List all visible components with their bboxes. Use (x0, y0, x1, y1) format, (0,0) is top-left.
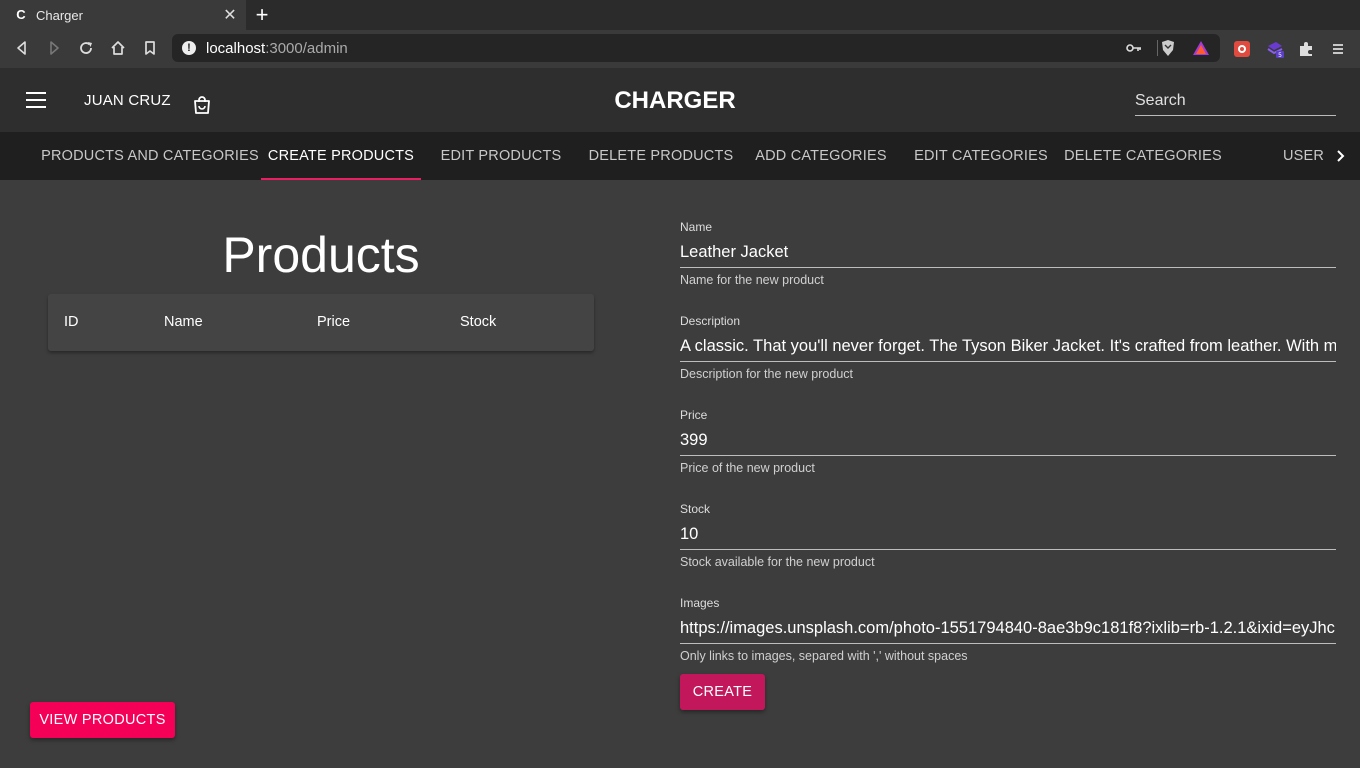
create-button[interactable]: CREATE (680, 674, 765, 710)
tab-title: Charger (36, 7, 83, 23)
price-label: Price (680, 408, 708, 422)
view-products-button[interactable]: VIEW PRODUCTS (30, 702, 175, 738)
brand-logo[interactable]: CHARGER (600, 87, 750, 115)
tab-delete-products[interactable]: DELETE PRODUCTS (581, 132, 741, 180)
products-table: ID Name Price Stock (48, 294, 594, 351)
search-box[interactable] (1135, 88, 1336, 116)
column-header-id[interactable]: ID (64, 314, 79, 330)
app-header: JUAN CRUZ CHARGER (0, 68, 1360, 132)
browser-tab[interactable]: C Charger ✕ (0, 0, 246, 30)
column-header-price[interactable]: Price (317, 314, 350, 330)
browser-tabbar: C Charger ✕ + (0, 0, 1360, 30)
tab-products-and-categories[interactable]: PRODUCTS AND CATEGORIES (40, 132, 260, 180)
svg-text:5: 5 (1278, 52, 1282, 58)
column-header-name[interactable]: Name (164, 314, 203, 330)
tab-delete-categories[interactable]: DELETE CATEGORIES (1061, 132, 1225, 180)
images-input[interactable]: https://images.unsplash.com/photo-155179… (680, 616, 1336, 644)
description-field: Description A classic. That you'll never… (680, 314, 1336, 381)
price-helper-text: Price of the new product (680, 461, 815, 475)
shopping-bag-icon[interactable] (192, 95, 212, 115)
user-name[interactable]: JUAN CRUZ (84, 92, 171, 109)
admin-tabs: PRODUCTS AND CATEGORIES CREATE PRODUCTS … (0, 132, 1360, 180)
address-bar[interactable]: ! localhost:3000/admin (172, 34, 1220, 62)
brave-rewards-icon[interactable] (1192, 40, 1210, 56)
extension-wallet-icon[interactable]: 5 (1266, 40, 1284, 58)
hamburger-menu-icon[interactable] (26, 92, 46, 108)
name-input[interactable]: Leather Jacket (680, 240, 1336, 268)
name-label: Name (680, 220, 713, 234)
images-field: Images https://images.unsplash.com/photo… (680, 596, 1336, 663)
column-header-stock[interactable]: Stock (460, 314, 496, 330)
tab-close-icon[interactable]: ✕ (222, 5, 238, 25)
bookmark-icon[interactable] (140, 38, 160, 58)
description-input[interactable]: A classic. That you'll never forget. The… (680, 334, 1336, 362)
brave-shield-icon[interactable] (1160, 39, 1176, 57)
url-text[interactable]: localhost:3000/admin (206, 40, 348, 57)
tab-create-products[interactable]: CREATE PRODUCTS (261, 132, 421, 180)
stock-label: Stock (680, 502, 711, 516)
images-helper-text: Only links to images, separed with ',' w… (680, 649, 968, 663)
tab-user[interactable]: USER (1270, 132, 1332, 180)
price-input[interactable]: 399 (680, 428, 1336, 456)
back-icon[interactable] (12, 38, 32, 58)
home-icon[interactable] (108, 38, 128, 58)
stock-input[interactable]: 10 (680, 522, 1336, 550)
forward-icon[interactable] (44, 38, 64, 58)
images-label: Images (680, 596, 720, 610)
tab-edit-categories[interactable]: EDIT CATEGORIES (901, 132, 1061, 180)
search-input[interactable] (1135, 88, 1336, 114)
tab-add-categories[interactable]: ADD CATEGORIES (741, 132, 901, 180)
extensions-puzzle-icon[interactable] (1297, 40, 1315, 58)
new-tab-icon[interactable]: + (252, 3, 272, 27)
site-info-icon[interactable]: ! (182, 41, 196, 55)
description-label: Description (680, 314, 741, 328)
stock-field: Stock 10 Stock available for the new pro… (680, 502, 1336, 569)
tab-edit-products[interactable]: EDIT PRODUCTS (421, 132, 581, 180)
description-helper-text: Description for the new product (680, 367, 854, 381)
price-field: Price 399 Price of the new product (680, 408, 1336, 475)
browser-toolbar: ! localhost:3000/admin 5 (0, 30, 1360, 68)
tab-favicon-icon: C (16, 7, 26, 22)
name-field: Name Leather Jacket Name for the new pro… (680, 220, 1336, 287)
browser-menu-icon[interactable] (1329, 40, 1347, 58)
products-title: Products (222, 227, 420, 283)
reload-icon[interactable] (76, 38, 96, 58)
stock-helper-text: Stock available for the new product (680, 555, 875, 569)
name-helper-text: Name for the new product (680, 273, 824, 287)
extension-red-icon[interactable] (1233, 40, 1251, 58)
url-divider (1157, 40, 1158, 56)
key-icon[interactable] (1126, 41, 1142, 55)
chevron-right-icon[interactable] (1330, 146, 1350, 166)
